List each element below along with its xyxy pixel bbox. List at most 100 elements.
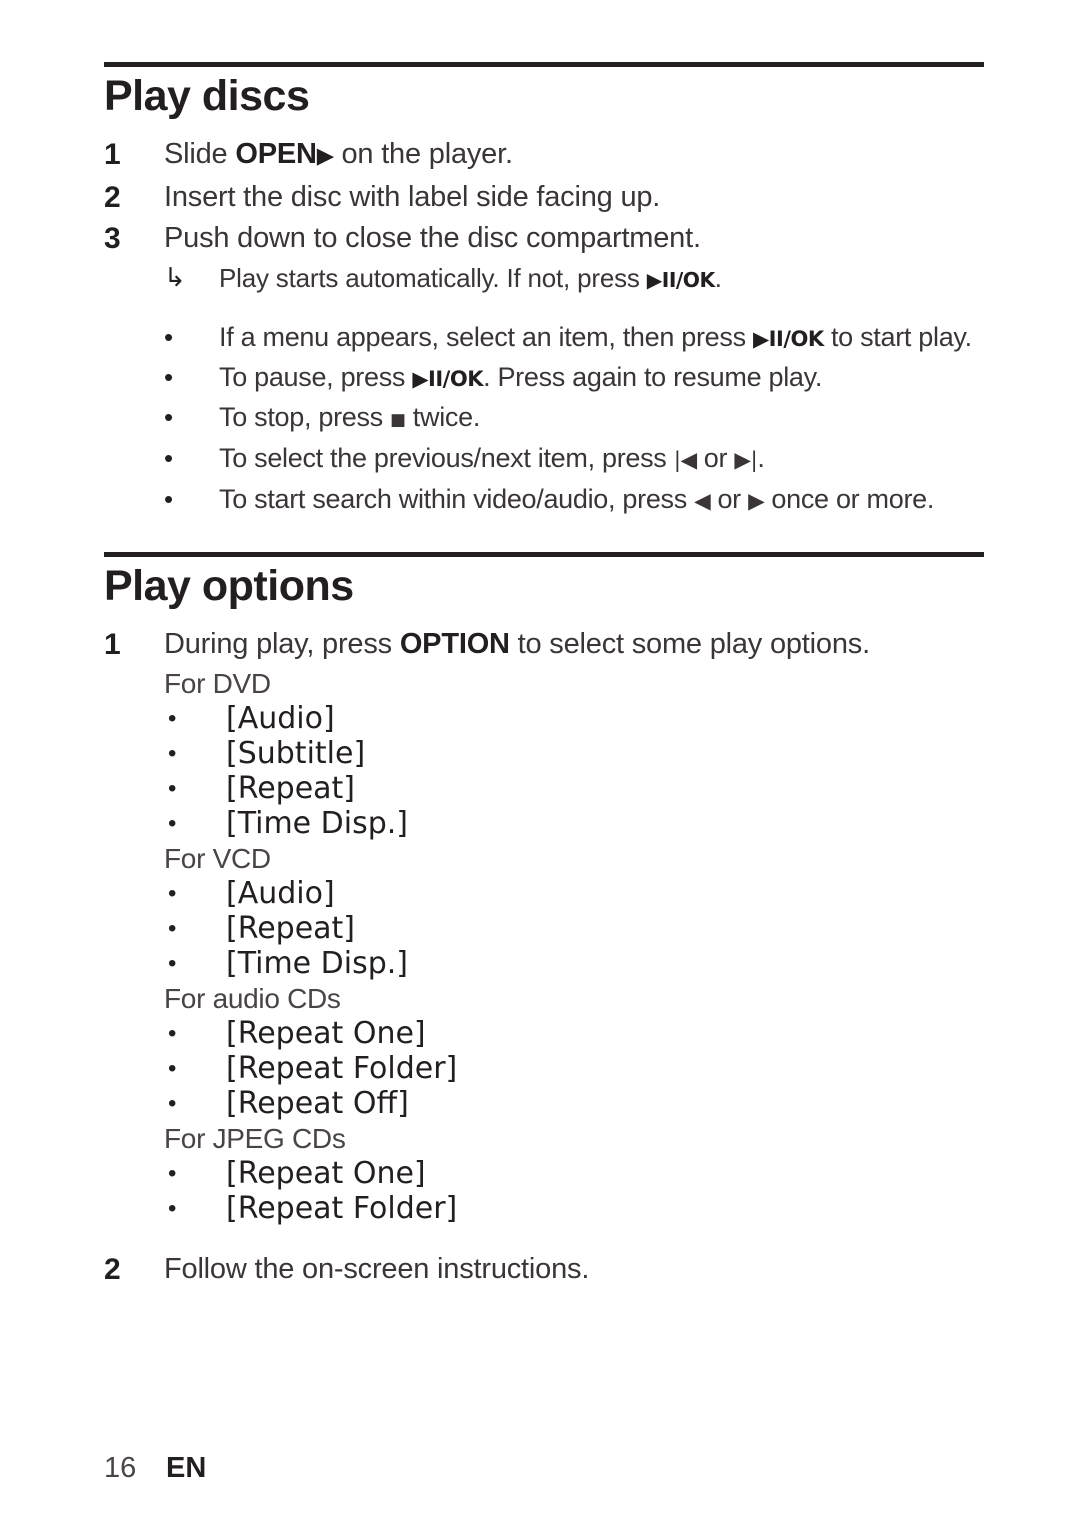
tip-text: If a menu appears, select an item, then … [219,319,972,357]
list-item-option: • [Repeat One] [104,1016,984,1051]
tip-text-before: To start search within video/audio, pres… [219,484,695,515]
list-item-step-3: 3 Push down to close the disc compartmen… [104,219,984,258]
step-number: 1 [104,138,121,172]
option-group-label-audio-cds: For audio CDs [164,983,341,1015]
option-label: [Audio] [226,701,335,737]
bullet-icon: • [168,810,177,838]
tip-text: To select the previous/next item, press … [219,440,765,479]
result-text-after: . [714,263,722,294]
step-text-before: Slide [164,138,236,171]
result-arrow-icon: ↳ [164,263,186,294]
list-item-option: • [Repeat One] [104,1156,984,1191]
tip-text-mid: or [696,443,735,474]
step-result-note: ↳ Play starts automatically. If not, pre… [104,260,984,299]
step-number: 3 [104,222,121,256]
tip-text-before: To select the previous/next item, press [219,443,674,474]
step-number: 2 [104,181,121,215]
list-item-option: • [Repeat] [104,911,984,946]
option-label: [Time Disp.] [226,946,409,982]
tip-text-before: To pause, press [219,362,413,393]
list-item-option: • [Audio] [104,701,984,736]
option-group-label-vcd: For VCD [164,843,271,875]
option-label: [Time Disp.] [226,806,409,842]
bullet-icon: • [168,740,177,768]
stop-icon: ■ [390,409,406,430]
bullet-icon: • [168,950,177,978]
list-item-step-1: 1 During play, press OPTION to select so… [104,625,984,664]
list-item-option: • [Repeat] [104,771,984,806]
list-item-tip: • To start search within video/audio, pr… [104,481,984,520]
bullet-icon: • [168,1090,177,1118]
section-rule-play-options [104,552,984,558]
option-label: [Repeat Off] [226,1086,409,1122]
manual-page: Play discs 1 Slide OPEN▶ on the player. … [0,0,1080,1528]
fast-forward-icon: ▶ [748,489,765,515]
footer-page-number: 16 [104,1452,137,1484]
option-label: [Repeat] [226,911,356,947]
step-text: Push down to close the disc compartment. [164,222,701,255]
step-text: Slide OPEN▶ on the player. [164,135,513,176]
result-text: Play starts automatically. If not, press… [219,260,722,299]
step-text-before: During play, press [164,628,400,661]
tip-text: To pause, press ▶II/OK. Press again to r… [219,359,822,397]
rewind-icon: ◀ [694,489,711,515]
bullet-icon: • [168,1020,177,1048]
option-label: [Repeat Folder] [226,1191,458,1227]
list-item-option: • [Time Disp.] [104,806,984,841]
tip-text-after: twice. [405,402,481,433]
footer-language-code: EN [166,1452,207,1484]
list-item-option: • [Repeat Folder] [104,1051,984,1086]
list-item-option: • [Audio] [104,876,984,911]
bullet-icon: • [168,705,177,733]
list-item-step-1: 1 Slide OPEN▶ on the player. [104,135,984,176]
list-item-option: • [Time Disp.] [104,946,984,981]
tip-text-after: . [757,443,765,474]
bullet-icon: • [168,880,177,908]
bullet-icon: • [168,775,177,803]
list-item-option: • [Repeat Folder] [104,1191,984,1226]
bullet-icon: • [164,362,174,393]
page-title-play-options: Play options [104,562,354,611]
tip-text-after: . Press again to resume play. [483,362,823,393]
play-pause-ok-icon: ▶II/OK [412,366,484,392]
page-footer: 16 EN [104,1452,206,1485]
play-discs-steps: 1 Slide OPEN▶ on the player. 2 Insert th… [104,135,984,299]
bullet-icon: • [164,322,174,353]
list-item-tip: • To pause, press ▶II/OK. Press again to… [104,359,984,397]
play-arrow-icon: ▶ [316,143,334,170]
next-track-icon: ▶| [734,448,758,474]
page-title-play-discs: Play discs [104,72,310,120]
bullet-icon: • [164,402,174,433]
list-item-tip: • To select the previous/next item, pres… [104,440,984,479]
play-pause-ok-icon: ▶II/OK [646,268,716,293]
step-text: Follow the on-screen instructions. [164,1253,590,1286]
step-text-after: on the player. [333,138,513,171]
tip-text: To stop, press ■ twice. [219,399,480,438]
bullet-icon: • [168,1160,177,1188]
step-text-after: to select some play options. [509,628,870,661]
bullet-icon: • [168,1055,177,1083]
tip-text-after: to start play. [823,322,972,353]
list-item-option: • [Subtitle] [104,736,984,771]
option-label: [Audio] [226,876,335,912]
step-text: During play, press OPTION to select some… [164,625,870,664]
tip-text-before: To stop, press [219,402,391,433]
play-discs-tips: • If a menu appears, select an item, the… [104,319,984,520]
play-pause-ok-icon: ▶II/OK [753,326,824,352]
section-rule-play-discs [104,62,984,67]
list-item-option: • [Repeat Off] [104,1086,984,1121]
list-item-step-2: 2 Insert the disc with label side facing… [104,178,984,217]
option-label: [Repeat] [226,771,356,807]
tip-text-before: If a menu appears, select an item, then … [219,322,753,353]
bullet-icon: • [168,1195,177,1223]
option-label: [Repeat One] [226,1156,426,1192]
list-item-tip: • To stop, press ■ twice. [104,399,984,438]
tip-text: To start search within video/audio, pres… [219,481,934,520]
option-button-label: OPTION [399,628,510,661]
step-number: 1 [104,628,121,662]
previous-track-icon: |◀ [673,448,697,474]
page-content: Play discs 1 Slide OPEN▶ on the player. … [104,0,984,1291]
list-item-step-2: 2 Follow the on-screen instructions. [104,1250,984,1289]
option-group-label-jpeg-cds: For JPEG CDs [164,1123,346,1155]
result-text-before: Play starts automatically. If not, press [219,263,647,294]
